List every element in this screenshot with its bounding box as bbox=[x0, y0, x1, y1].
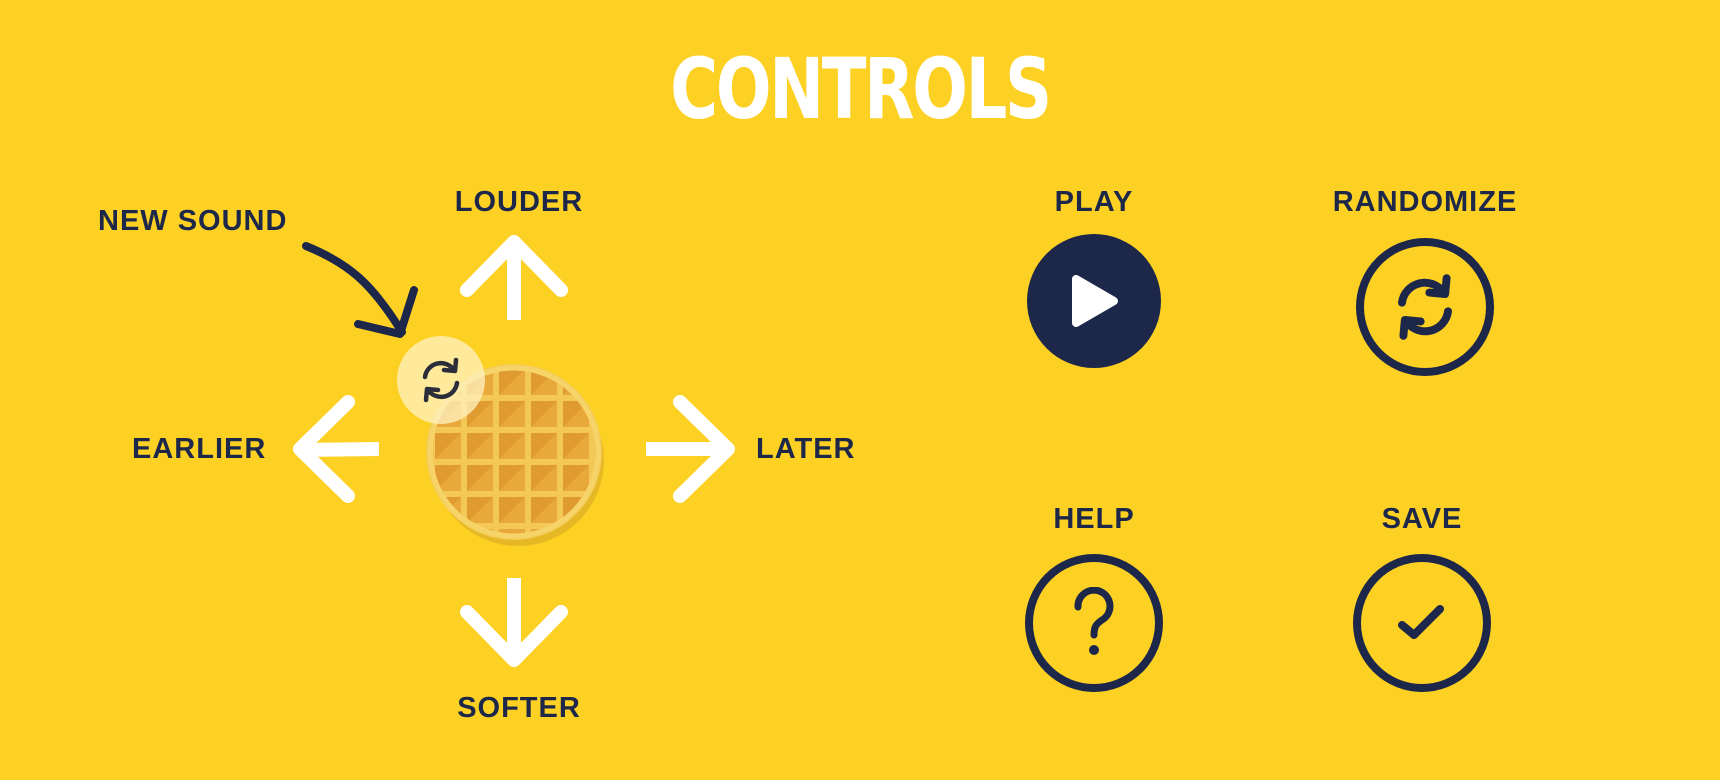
play-label: PLAY bbox=[1054, 186, 1134, 218]
earlier-label: EARLIER bbox=[132, 433, 267, 465]
new-sound-label: NEW SOUND bbox=[98, 205, 288, 237]
play-button[interactable] bbox=[1027, 234, 1161, 368]
play-icon bbox=[1072, 275, 1118, 327]
refresh-icon bbox=[422, 357, 460, 403]
randomize-label: RANDOMIZE bbox=[1332, 186, 1518, 218]
louder-label: LOUDER bbox=[454, 186, 584, 218]
page-title: CONTROLS bbox=[670, 40, 1052, 138]
arrow-right-icon[interactable] bbox=[646, 390, 742, 510]
question-mark-icon bbox=[1074, 587, 1114, 655]
refresh-icon bbox=[1398, 274, 1452, 340]
help-button[interactable] bbox=[1025, 554, 1163, 692]
later-label: LATER bbox=[756, 433, 856, 465]
arrow-up-icon[interactable] bbox=[455, 228, 575, 324]
help-label: HELP bbox=[1053, 503, 1135, 535]
randomize-button[interactable] bbox=[1356, 238, 1494, 376]
arrow-down-icon[interactable] bbox=[455, 578, 575, 674]
checkmark-icon bbox=[1398, 605, 1444, 639]
save-button[interactable] bbox=[1353, 554, 1491, 692]
softer-label: SOFTER bbox=[457, 692, 581, 724]
save-label: SAVE bbox=[1381, 503, 1463, 535]
arrow-left-icon[interactable] bbox=[286, 390, 382, 510]
new-sound-button[interactable] bbox=[397, 336, 485, 424]
curved-arrow-icon bbox=[302, 242, 418, 338]
